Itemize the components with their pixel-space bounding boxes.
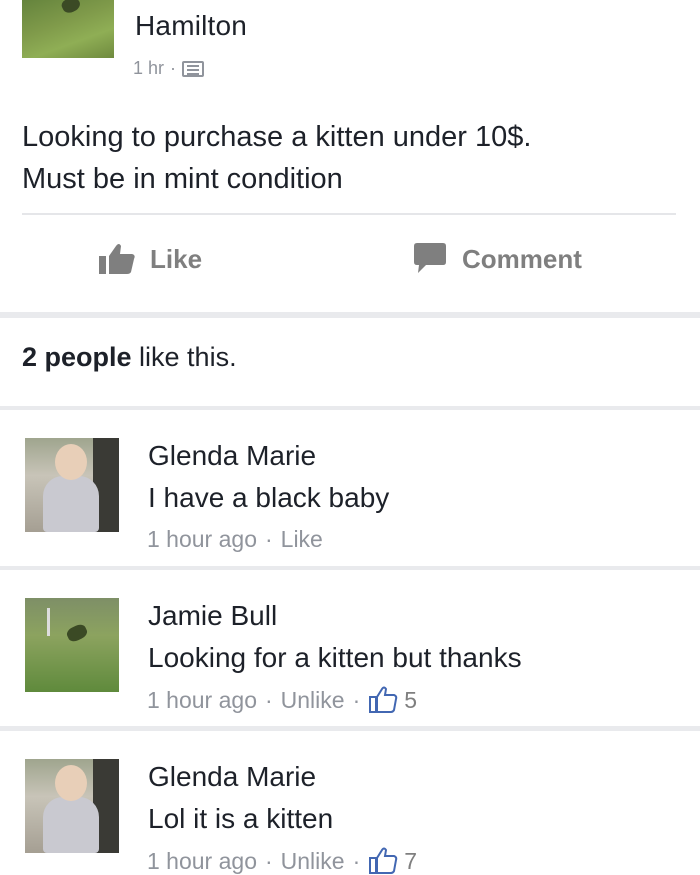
commenter-avatar[interactable] [25, 598, 119, 692]
comment-like-count[interactable]: 7 [368, 847, 417, 875]
likes-summary[interactable]: 2 people like this. [0, 318, 700, 406]
comment-time[interactable]: 1 hour ago [147, 526, 257, 553]
likes-summary-text: 2 people like this. [22, 342, 237, 373]
group-audience-icon [182, 60, 205, 77]
meta-separator: · [264, 526, 273, 552]
comment-unlike-link[interactable]: Unlike [281, 848, 345, 875]
like-count-value: 5 [404, 686, 418, 713]
post-text-line-2: Must be in mint condition [22, 163, 343, 195]
post-card: Hamilton 1 hr · Looking to purchase a ki… [0, 0, 700, 312]
comment-text: Lol it is a kitten [148, 803, 334, 834]
commenter-name[interactable]: Jamie Bull [148, 600, 277, 632]
post-text-line-1: Looking to purchase a kitten under 10$. [22, 121, 532, 153]
comment-unlike-link[interactable]: Unlike [281, 687, 345, 714]
thumbs-up-icon [99, 244, 135, 274]
comment-item: Glenda Marie I have a black baby 1 hour … [0, 410, 700, 566]
like-count-value: 7 [404, 847, 418, 874]
comment-item: Glenda Marie Lol it is a kitten 1 hour a… [0, 731, 700, 875]
comment-time[interactable]: 1 hour ago [147, 848, 257, 875]
speech-bubble-icon [414, 243, 446, 273]
comment-like-count[interactable]: 5 [368, 686, 417, 714]
avatar-flag [47, 608, 50, 636]
avatar-body [43, 797, 99, 853]
comment-time[interactable]: 1 hour ago [147, 687, 257, 714]
commenter-avatar[interactable] [25, 759, 119, 853]
comment-text: I have a black baby [148, 482, 390, 513]
meta-separator: · [170, 58, 177, 78]
like-button-label: Like [150, 243, 203, 274]
comment-like-link[interactable]: Like [281, 526, 323, 553]
comment-button-label: Comment [462, 243, 582, 274]
post-meta: 1 hr · [133, 58, 205, 79]
comment-meta: 1 hour ago · Like [147, 526, 323, 553]
meta-separator: · [352, 847, 361, 874]
avatar-head [55, 444, 87, 480]
like-button[interactable]: Like [98, 242, 202, 276]
post-text: Looking to purchase a kitten under 10$. … [22, 116, 682, 200]
meta-separator: · [264, 847, 273, 874]
post-time[interactable]: 1 hr [133, 58, 164, 79]
likes-suffix: like this. [131, 342, 237, 372]
post-divider [22, 213, 676, 215]
comment-meta: 1 hour ago · Unlike · 5 [147, 686, 417, 714]
comment-meta: 1 hour ago · Unlike · 7 [147, 847, 417, 875]
commenter-name[interactable]: Glenda Marie [148, 761, 316, 793]
meta-separator: · [352, 686, 361, 713]
post-action-bar: Like Comment [0, 228, 700, 300]
meta-separator: · [264, 686, 273, 713]
golfer-figure [59, 0, 83, 16]
poster-avatar[interactable] [22, 0, 114, 58]
comment-text: Looking for a kitten but thanks [148, 642, 522, 673]
avatar-body [43, 476, 99, 532]
likes-count[interactable]: 2 people [22, 342, 132, 372]
avatar-head [55, 765, 87, 801]
commenter-avatar[interactable] [25, 438, 119, 532]
commenter-name[interactable]: Glenda Marie [148, 440, 316, 472]
facebook-post-page: Hamilton 1 hr · Looking to purchase a ki… [0, 0, 700, 875]
thumbs-up-outline-icon [369, 847, 398, 874]
comment-item: Jamie Bull Looking for a kitten but than… [0, 570, 700, 726]
thumbs-up-outline-icon [369, 686, 398, 713]
comment-button[interactable]: Comment [412, 242, 582, 276]
golfer-figure [64, 622, 90, 644]
post-author-name[interactable]: Hamilton [135, 10, 247, 42]
